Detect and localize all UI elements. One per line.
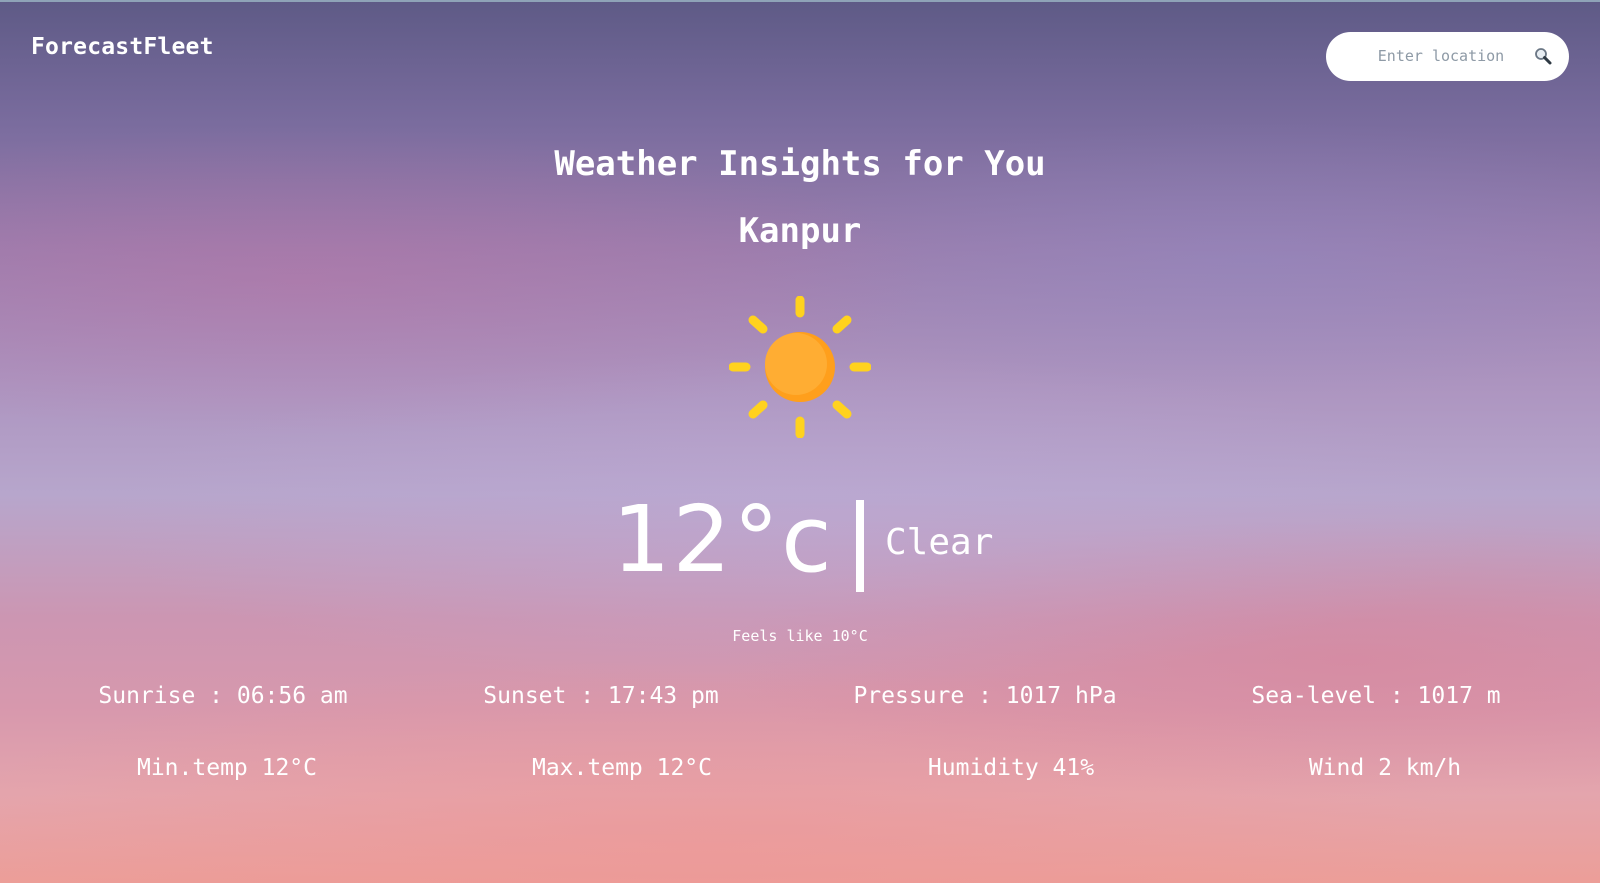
search-icon[interactable]	[1533, 46, 1553, 66]
weather-condition: Clear	[885, 522, 994, 563]
city-name: Kanpur	[738, 211, 862, 251]
app-logo[interactable]: ForecastFleet	[31, 34, 214, 60]
temperature-row: 12°c Clear	[0, 490, 1600, 600]
wind-stat: Wind 2 km/h	[1308, 755, 1462, 781]
max-temp-stat: Max.temp 12°C	[531, 755, 713, 781]
top-border	[0, 0, 1600, 2]
pressure-stat: Pressure : 1017 hPa	[853, 683, 1117, 709]
sea-level-stat: Sea-level : 1017 m	[1251, 683, 1501, 709]
current-temperature: 12°c	[612, 486, 834, 593]
search-bar	[1326, 32, 1569, 81]
page-headline: Weather Insights for You	[554, 144, 1046, 184]
humidity-stat: Humidity 41%	[927, 755, 1095, 781]
feels-like: Feels like 10°C	[732, 627, 868, 645]
location-search-input[interactable]	[1366, 42, 1516, 70]
min-temp-stat: Min.temp 12°C	[136, 755, 318, 781]
sunrise-stat: Sunrise : 06:56 am	[98, 683, 348, 709]
sunset-stat: Sunset : 17:43 pm	[483, 683, 719, 709]
sun-icon	[728, 295, 872, 439]
divider	[856, 500, 864, 592]
